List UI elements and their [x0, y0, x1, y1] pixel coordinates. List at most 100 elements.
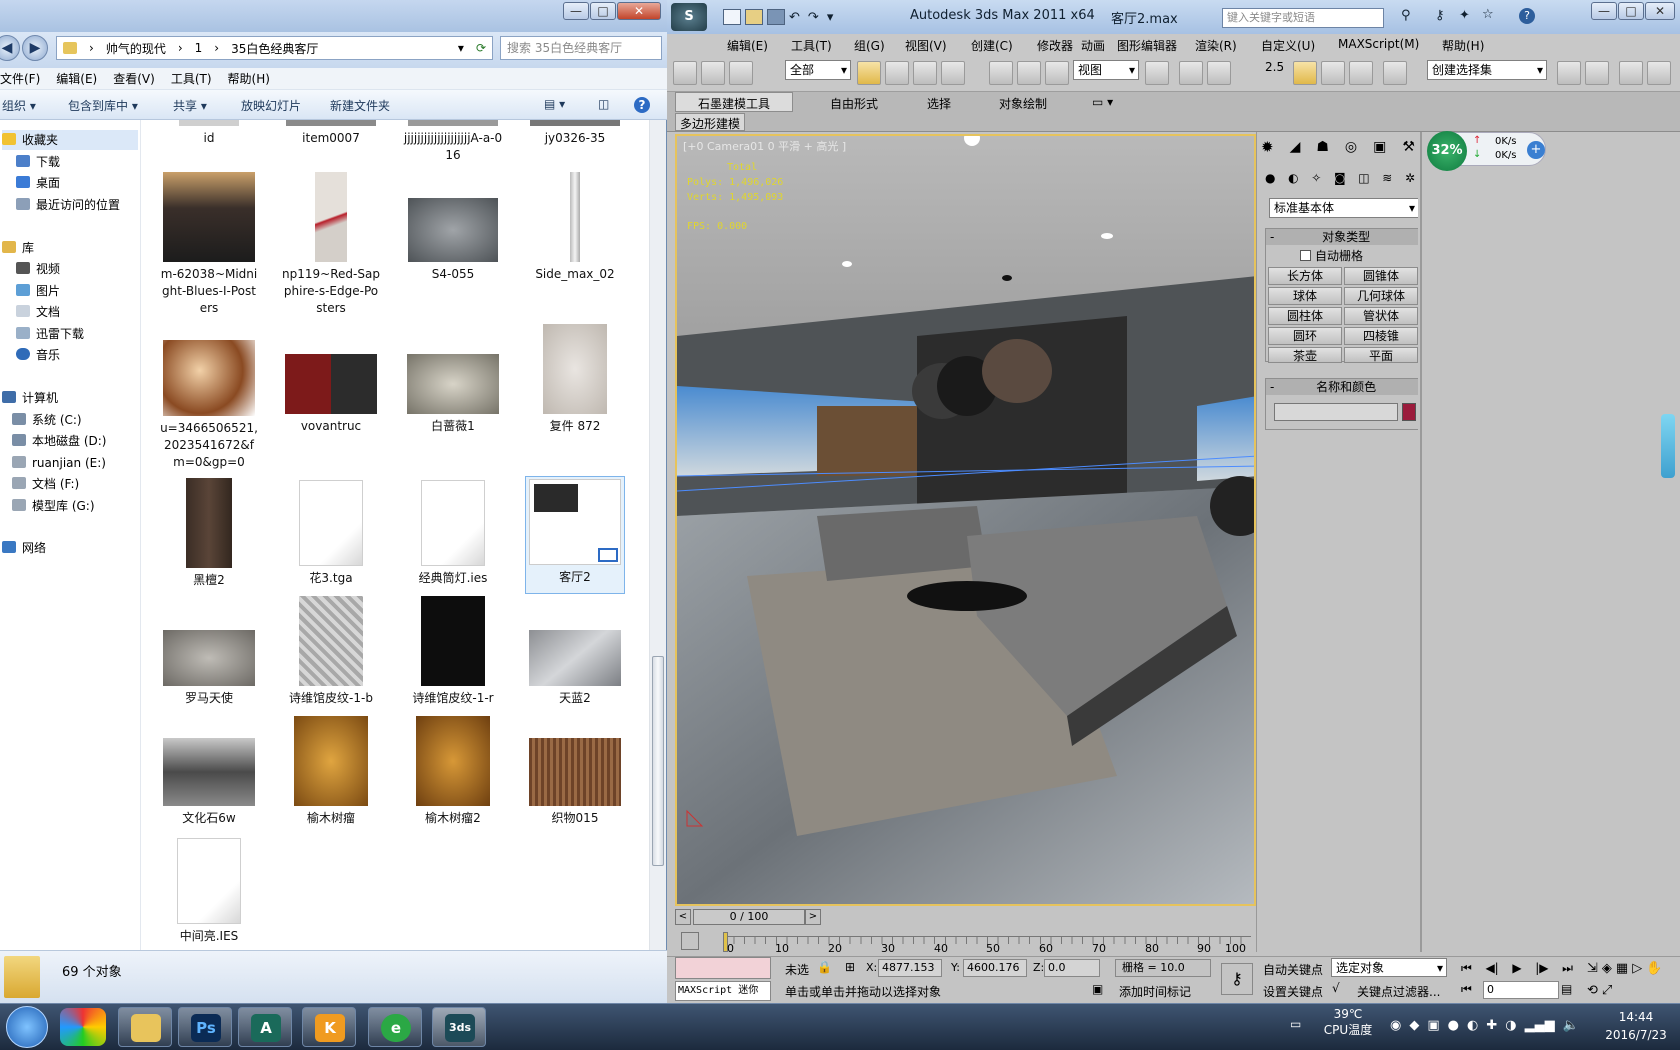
- y-coordinate-field[interactable]: 4600.176: [963, 959, 1027, 977]
- volume-icon[interactable]: 🔈: [1563, 1018, 1579, 1033]
- preview-pane-icon[interactable]: ◫: [598, 97, 609, 111]
- key-tangent-icon[interactable]: √: [1332, 981, 1340, 995]
- select-object-icon[interactable]: [857, 61, 881, 85]
- prev-key-icon[interactable]: ◀|: [1485, 961, 1498, 975]
- shapes-icon[interactable]: ◐: [1288, 171, 1298, 185]
- hierarchy-tab-icon[interactable]: ☗: [1316, 139, 1329, 155]
- name-color-title[interactable]: - 名称和颜色: [1266, 379, 1418, 395]
- max-menu-edit[interactable]: 编辑(E): [727, 37, 768, 54]
- ribbon-tab-graphite[interactable]: 石墨建模工具: [675, 92, 793, 112]
- minimize-button[interactable]: —: [563, 2, 589, 20]
- pivot-center-icon[interactable]: [1145, 61, 1169, 85]
- reference-coord-dropdown[interactable]: 视图 ▾: [1073, 60, 1139, 80]
- maxscript-mini-listener[interactable]: MAXScript 迷你: [675, 981, 771, 1001]
- nav-drive-d[interactable]: 本地磁盘 (D:): [12, 431, 106, 451]
- ribbon-toggle-icon[interactable]: [1647, 61, 1671, 85]
- include-library-button[interactable]: 包含到库中 ▾: [68, 97, 138, 114]
- scale-icon[interactable]: [1045, 61, 1069, 85]
- spinner-snap-icon[interactable]: [1349, 61, 1373, 85]
- tray-app-icon[interactable]: ▣: [1427, 1018, 1439, 1033]
- file-item[interactable]: np119~Red-Sapphire-s-Edge-Posters: [281, 172, 381, 317]
- viewport-label[interactable]: [+0 Camera01 0 平滑 + 高光 ]: [683, 138, 846, 154]
- field-of-view-icon[interactable]: ▷: [1632, 961, 1642, 976]
- breadcrumb-item[interactable]: 帅气的现代: [106, 40, 166, 57]
- ribbon-options-icon[interactable]: ▭ ▾: [1092, 95, 1113, 109]
- nav-computer[interactable]: 计算机: [2, 388, 58, 408]
- set-key-button[interactable]: 设置关键点: [1263, 983, 1323, 1000]
- keyboard-shortcut-icon[interactable]: [1207, 61, 1231, 85]
- chevron-down-icon[interactable]: ▾: [827, 10, 834, 25]
- nav-item-xunlei[interactable]: 迅雷下载: [16, 324, 84, 344]
- file-item[interactable]: item0007: [281, 120, 381, 147]
- help-icon[interactable]: ?: [634, 97, 650, 113]
- x-coordinate-field[interactable]: 4877.153: [878, 959, 942, 977]
- nav-libraries[interactable]: 库: [2, 238, 34, 258]
- nav-item-recent[interactable]: 最近访问的位置: [16, 195, 120, 215]
- max-close-button[interactable]: ✕: [1645, 2, 1675, 20]
- time-slider[interactable]: < 0 / 100 >: [675, 906, 1256, 930]
- max-menu-help[interactable]: 帮助(H): [1442, 37, 1484, 54]
- current-frame-field[interactable]: 0: [1483, 981, 1559, 999]
- browser-app-icon[interactable]: [60, 1008, 106, 1046]
- max-menu-rendering[interactable]: 渲染(R): [1195, 37, 1237, 54]
- open-file-icon[interactable]: [745, 9, 763, 25]
- snap-value[interactable]: 2.5: [1265, 60, 1284, 74]
- new-folder-button[interactable]: 新建文件夹: [330, 97, 390, 114]
- nav-item-music[interactable]: 音乐: [16, 345, 60, 365]
- utilities-tab-icon[interactable]: ⚒: [1402, 139, 1415, 155]
- nav-drive-g[interactable]: 模型库 (G:): [12, 496, 95, 516]
- max-app-icon[interactable]: S: [671, 3, 707, 31]
- new-file-icon[interactable]: [723, 9, 741, 25]
- nav-drive-e[interactable]: ruanjian (E:): [12, 453, 106, 473]
- cylinder-button[interactable]: 圆柱体: [1268, 307, 1342, 325]
- signal-icon[interactable]: ▂▄▆: [1525, 1018, 1555, 1033]
- max-menu-create[interactable]: 创建(C): [971, 37, 1013, 54]
- angle-snap-icon[interactable]: [1293, 61, 1317, 85]
- max-menu-tools[interactable]: 工具(T): [791, 37, 832, 54]
- nav-network[interactable]: 网络: [2, 538, 46, 558]
- align-icon[interactable]: [1585, 61, 1609, 85]
- absolute-mode-icon[interactable]: ⊞: [845, 960, 855, 974]
- redo-icon[interactable]: ↷: [808, 10, 819, 25]
- file-item[interactable]: S4-055: [403, 198, 503, 283]
- organize-button[interactable]: 组织 ▾: [2, 97, 36, 114]
- nav-item-videos[interactable]: 视频: [16, 259, 60, 279]
- nav-drive-f[interactable]: 文档 (F:): [12, 474, 79, 494]
- mirror-icon[interactable]: [1557, 61, 1581, 85]
- box-button[interactable]: 长方体: [1268, 267, 1342, 285]
- side-dock-tab[interactable]: [1661, 414, 1675, 478]
- file-item[interactable]: m-62038~Midnight-Blues-I-Posters: [159, 172, 259, 317]
- track-bar[interactable]: 0 10 20 30 40 50 60 70 80 90 100: [667, 930, 1256, 956]
- start-button[interactable]: [6, 1006, 48, 1048]
- prev-frame-icon[interactable]: <: [675, 909, 691, 925]
- auto-key-button[interactable]: 自动关键点: [1263, 961, 1323, 978]
- dropdown-icon[interactable]: ▾: [458, 41, 464, 55]
- taskbar-browser[interactable]: e: [368, 1007, 422, 1047]
- network-speed-widget[interactable]: 32% ↑ 0K/s ↓ 0K/s +: [1427, 131, 1546, 171]
- primitive-type-dropdown[interactable]: 标准基本体 ▾: [1269, 198, 1419, 218]
- tools-icon[interactable]: ✦: [1459, 8, 1470, 23]
- z-coordinate-field[interactable]: 0.0: [1044, 959, 1100, 977]
- pan-icon[interactable]: ✋: [1646, 961, 1662, 976]
- tube-button[interactable]: 管状体: [1344, 307, 1418, 325]
- breadcrumb-item[interactable]: 35白色经典客厅: [231, 40, 318, 57]
- pyramid-button[interactable]: 四棱锥: [1344, 327, 1418, 345]
- file-item[interactable]: jy0326-35: [525, 120, 625, 147]
- object-color-swatch[interactable]: [1402, 403, 1416, 421]
- percent-snap-icon[interactable]: [1321, 61, 1345, 85]
- file-item[interactable]: 中间亮.IES: [159, 838, 259, 945]
- breadcrumb-item[interactable]: 1: [195, 41, 203, 55]
- time-slider-thumb[interactable]: 0 / 100: [693, 909, 805, 925]
- file-item[interactable]: 黑檀2: [159, 478, 259, 589]
- maximize-viewport-icon[interactable]: ⤢: [1602, 983, 1612, 998]
- file-item[interactable]: 织物015: [525, 738, 625, 827]
- file-item[interactable]: 经典筒灯.ies: [403, 480, 503, 587]
- maxscript-listener-pink[interactable]: [675, 957, 771, 979]
- tray-app-icon[interactable]: ◆: [1409, 1018, 1419, 1033]
- cpu-temperature[interactable]: 39℃ CPU温度: [1320, 1007, 1376, 1038]
- goto-start-icon[interactable]: ⏮: [1461, 961, 1472, 976]
- perspective-viewport[interactable]: [+0 Camera01 0 平滑 + 高光 ] Total Polys: 1,…: [675, 134, 1256, 906]
- nav-item-pictures[interactable]: 图片: [16, 281, 60, 301]
- max-menu-animation[interactable]: 动画: [1081, 37, 1105, 54]
- rect-selection-icon[interactable]: [913, 61, 937, 85]
